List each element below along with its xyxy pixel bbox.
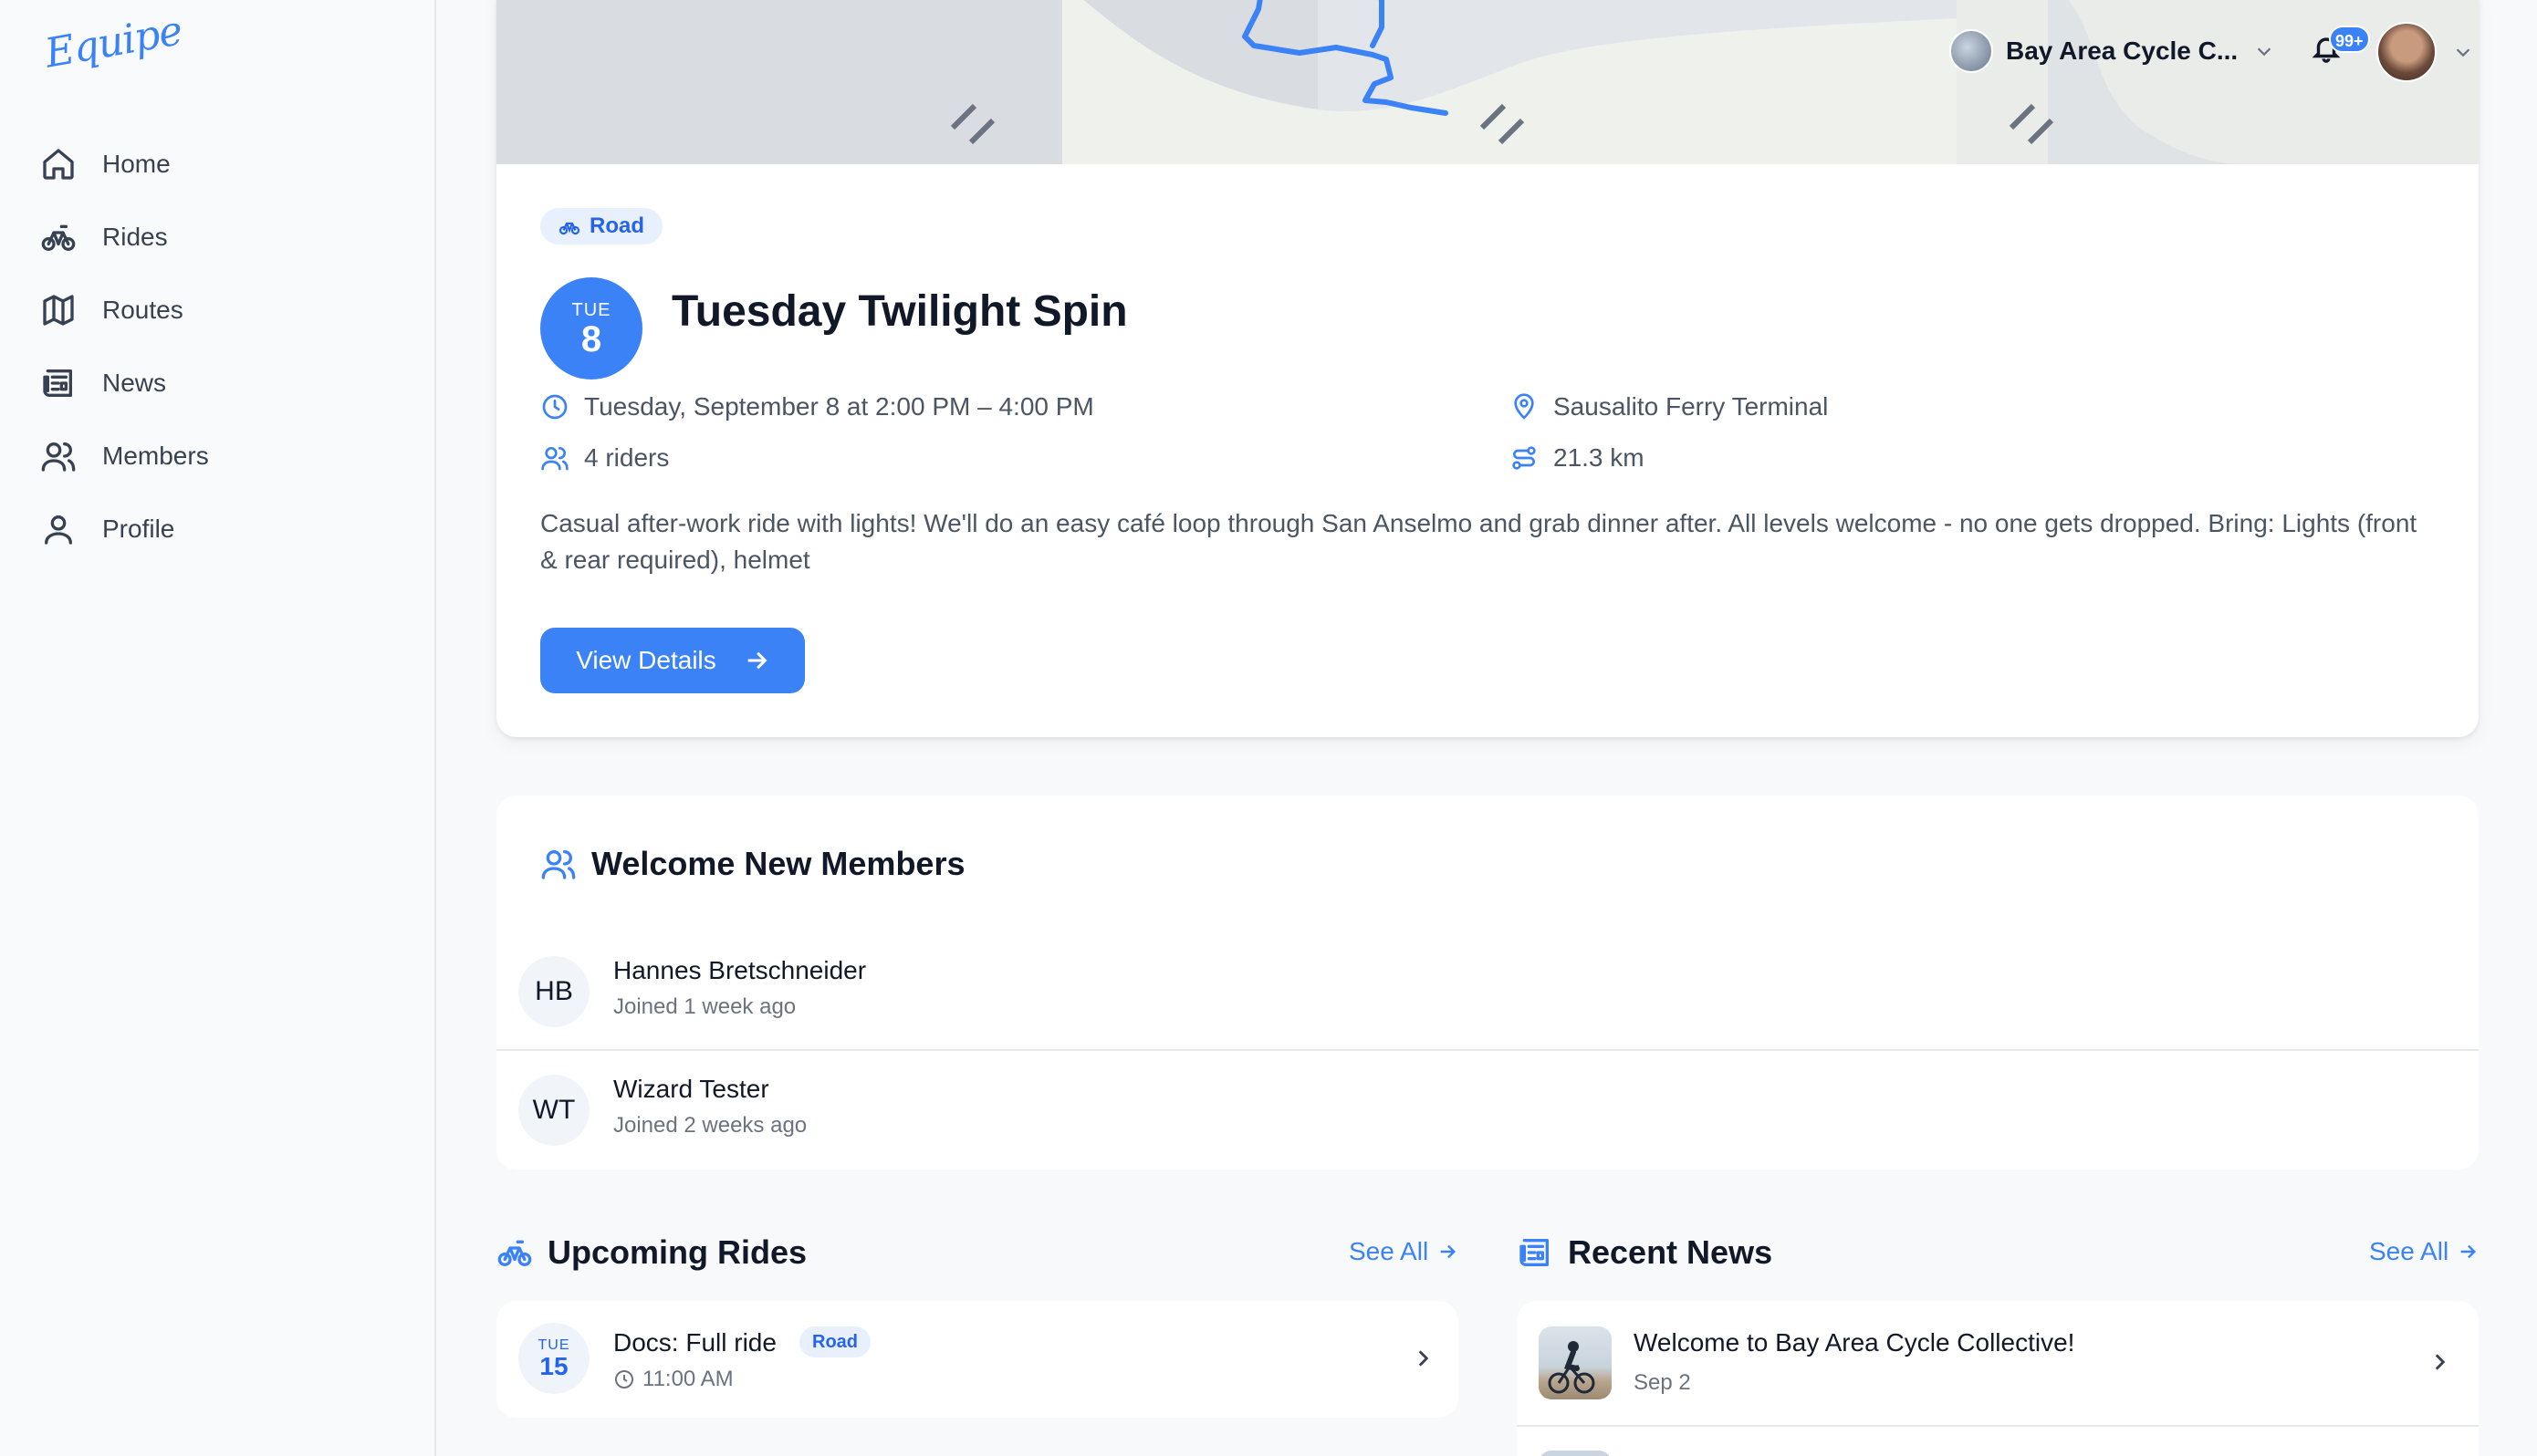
clock-icon xyxy=(615,1370,633,1388)
date-dow: TUE xyxy=(571,299,611,320)
route-icon xyxy=(1512,446,1536,470)
event-datetime: Tuesday, September 8 at 2:00 PM – 4:00 P… xyxy=(540,392,1094,421)
newspaper-icon xyxy=(43,369,73,397)
event-date-badge: TUE 8 xyxy=(540,277,642,380)
view-details-button[interactable]: View Details xyxy=(540,628,805,693)
app-logo[interactable]: Equipe xyxy=(42,7,185,77)
member-name: Wizard Tester xyxy=(613,1075,769,1103)
sidebar-item-news[interactable]: News xyxy=(40,347,405,420)
user-icon xyxy=(45,515,73,545)
event-riders: 4 riders xyxy=(540,443,669,473)
arrow-right-icon xyxy=(747,651,767,670)
ride-time: 11:00 AM xyxy=(613,1367,734,1392)
member-row[interactable]: WT Wizard Tester Joined 2 weeks ago xyxy=(496,1051,2479,1170)
welcome-members-header: Welcome New Members xyxy=(540,845,965,883)
featured-event-card: Road TUE 8 Tuesday Twilight Spin Tuesday… xyxy=(496,0,2479,737)
notification-count-badge: 99+ xyxy=(2329,26,2370,53)
news-date: Sep 2 xyxy=(1634,1370,1691,1395)
users-icon xyxy=(41,442,76,472)
users-icon xyxy=(541,447,569,471)
ride-date-badge: TUE 15 xyxy=(518,1323,590,1394)
bike-icon xyxy=(559,222,580,235)
chevron-right-icon xyxy=(1418,1350,1429,1367)
cyclist-photo-icon xyxy=(1548,1341,1595,1394)
ride-list-item[interactable]: TUE 15 Docs: Full ride Road 11:00 AM xyxy=(496,1301,1458,1418)
ride-type-tag: Road xyxy=(540,208,663,244)
see-all-label: See All xyxy=(2369,1237,2449,1265)
club-name: Bay Area Cycle C... xyxy=(2006,36,2239,65)
clock-icon xyxy=(542,394,568,420)
event-title: Tuesday Twilight Spin xyxy=(672,287,1128,336)
member-row[interactable]: HB Hannes Bretschneider Joined 1 week ag… xyxy=(496,932,2479,1051)
ride-date-day: 15 xyxy=(539,1352,569,1380)
bike-icon xyxy=(497,1240,532,1266)
newspaper-icon xyxy=(1519,1239,1549,1266)
sidebar: Equipe Home Rides Routes News Members Pr… xyxy=(0,0,436,1456)
member-avatar: HB xyxy=(518,956,590,1027)
event-riders-text: 4 riders xyxy=(584,443,670,472)
news-divider xyxy=(1517,1425,2479,1427)
chevron-down-icon xyxy=(2257,47,2271,57)
news-thumbnail xyxy=(1539,1326,1612,1399)
user-avatar[interactable] xyxy=(2376,22,2437,82)
map-pin-icon xyxy=(1514,393,1534,420)
ride-title: Docs: Full ride xyxy=(613,1328,777,1357)
upcoming-rides-title: Upcoming Rides xyxy=(548,1233,808,1271)
recent-news-see-all-link[interactable]: See All xyxy=(2369,1237,2478,1266)
sidebar-item-routes[interactable]: Routes xyxy=(40,274,405,347)
news-thumbnail xyxy=(1539,1451,1612,1456)
club-selector[interactable]: Bay Area Cycle C... xyxy=(1949,27,2274,75)
chevron-right-icon xyxy=(2435,1354,2446,1370)
ride-type-label: Road xyxy=(590,213,644,238)
chevron-down-icon[interactable] xyxy=(2453,42,2473,62)
arrow-right-icon xyxy=(1440,1244,1456,1259)
route-map-drawing xyxy=(496,0,2479,164)
event-distance: 21.3 km xyxy=(1509,443,1644,473)
users-icon xyxy=(541,850,576,879)
route-map[interactable] xyxy=(496,0,2479,164)
member-joined: Joined 2 weeks ago xyxy=(613,1113,808,1138)
sidebar-item-label: Rides xyxy=(102,223,168,251)
event-location-text: Sausalito Ferry Terminal xyxy=(1553,392,1829,421)
upcoming-rides-see-all-link[interactable]: See All xyxy=(1349,1237,1457,1266)
sidebar-item-home[interactable]: Home xyxy=(40,128,405,201)
upcoming-rides-header: Upcoming Rides xyxy=(496,1233,807,1272)
member-joined: Joined 1 week ago xyxy=(613,994,797,1019)
welcome-members-title: Welcome New Members xyxy=(591,845,966,882)
sidebar-nav: Home Rides Routes News Members Profile xyxy=(40,128,405,566)
club-avatar xyxy=(1949,29,1993,73)
event-description: Casual after-work ride with lights! We'l… xyxy=(540,509,2417,574)
sidebar-item-label: Routes xyxy=(102,296,183,324)
sidebar-item-label: News xyxy=(102,369,167,397)
ride-time-text: 11:00 AM xyxy=(642,1367,734,1391)
news-title: Welcome to Bay Area Cycle Collective! xyxy=(1634,1328,2075,1357)
home-icon xyxy=(43,149,74,180)
notifications-button[interactable]: 99+ xyxy=(2311,26,2370,69)
recent-news-title: Recent News xyxy=(1568,1233,1773,1271)
sidebar-item-label: Members xyxy=(102,442,209,470)
view-details-label: View Details xyxy=(576,646,716,674)
sidebar-item-members[interactable]: Members xyxy=(40,420,405,493)
member-avatar: WT xyxy=(518,1075,590,1146)
date-day: 8 xyxy=(580,318,602,359)
sidebar-item-profile[interactable]: Profile xyxy=(40,493,405,566)
bike-icon xyxy=(41,224,76,251)
member-name: Hannes Bretschneider xyxy=(613,956,867,984)
recent-news-header: Recent News xyxy=(1517,1233,1772,1272)
news-list: Welcome to Bay Area Cycle Collective! Se… xyxy=(1517,1301,2479,1456)
see-all-label: See All xyxy=(1349,1237,1429,1265)
sidebar-item-rides[interactable]: Rides xyxy=(40,201,405,274)
welcome-members-card: Welcome New Members HB Hannes Bretschnei… xyxy=(496,796,2479,1170)
arrow-right-icon xyxy=(2460,1244,2477,1259)
event-location: Sausalito Ferry Terminal xyxy=(1509,392,1828,421)
event-datetime-text: Tuesday, September 8 at 2:00 PM – 4:00 P… xyxy=(584,392,1094,421)
ride-type-tag: Road xyxy=(799,1326,871,1357)
event-distance-text: 21.3 km xyxy=(1553,443,1644,472)
sidebar-item-label: Home xyxy=(102,150,171,178)
sidebar-item-label: Profile xyxy=(102,515,175,543)
map-icon xyxy=(43,295,74,326)
